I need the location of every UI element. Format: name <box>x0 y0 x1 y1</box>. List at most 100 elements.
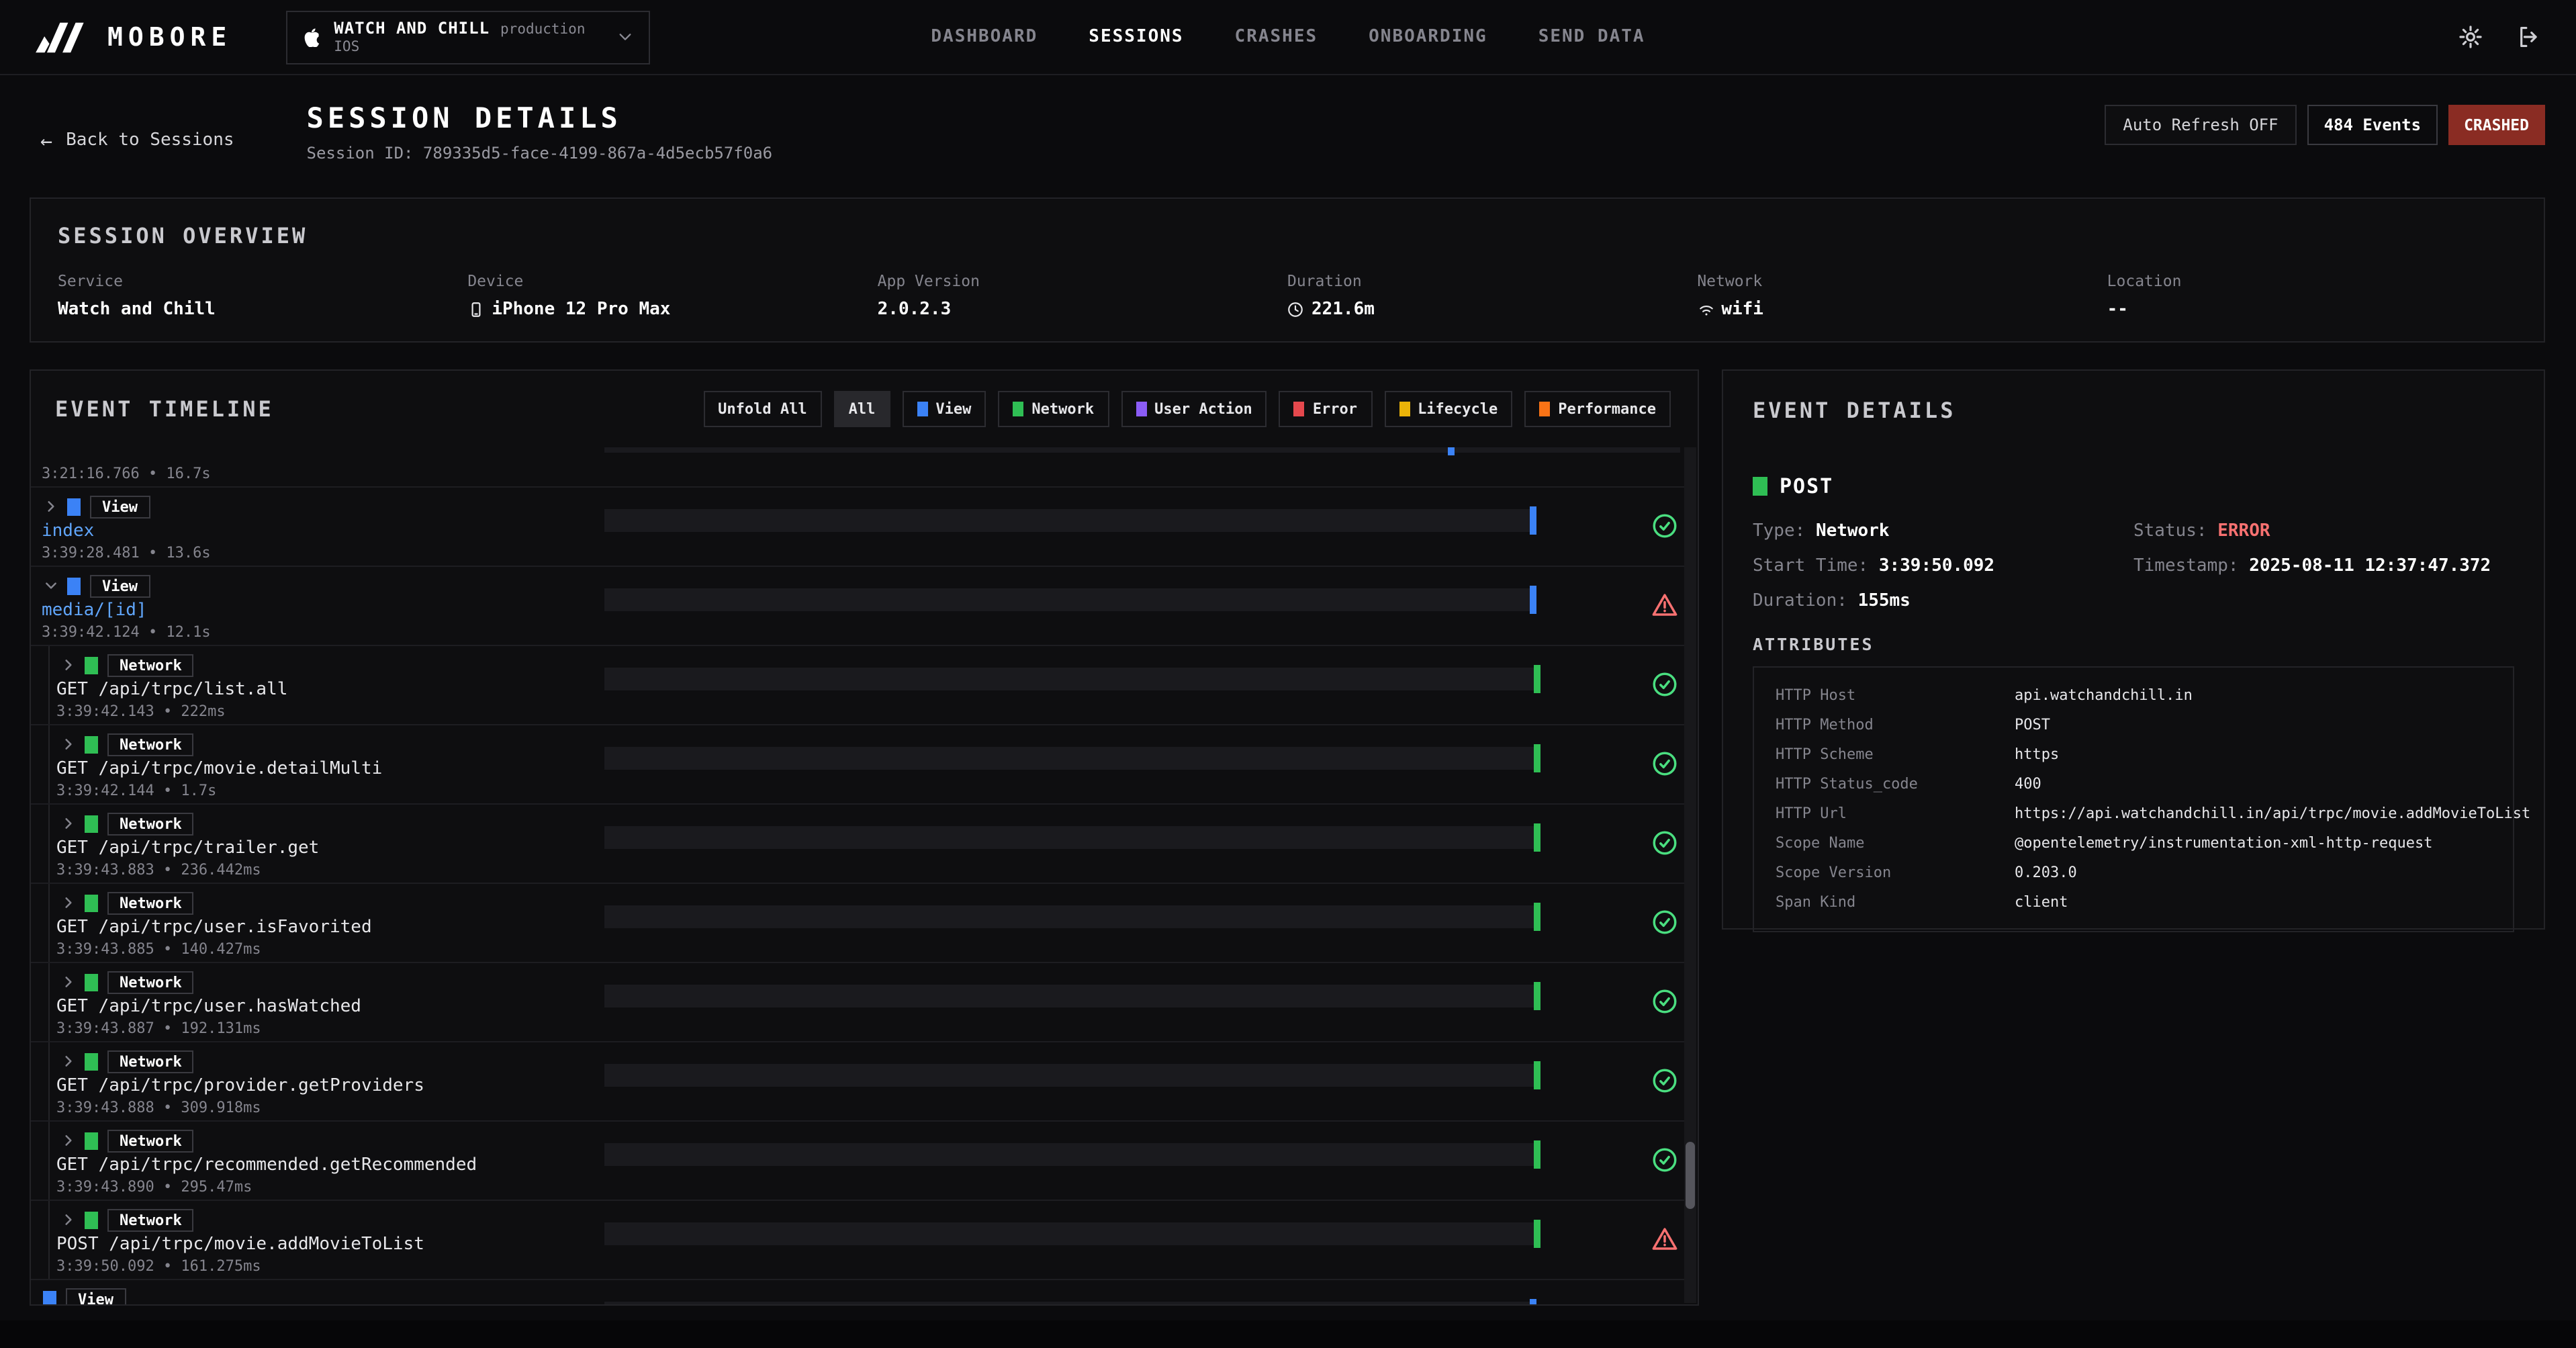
wifi-icon <box>1697 301 1714 318</box>
filter-label: Lifecycle <box>1418 400 1498 418</box>
timeline-scrollbar[interactable] <box>1684 447 1696 1303</box>
filter-chip-user-action[interactable]: User Action <box>1121 391 1267 427</box>
event-type-badge: View <box>90 495 150 518</box>
detail-label: Start Time: <box>1753 556 1879 576</box>
event-type-color-swatch <box>85 656 98 674</box>
event-row[interactable]: Network GET /api/trpc/user.hasWatched 3:… <box>31 963 1684 1042</box>
event-title: POST /api/trpc/movie.addMovieToList <box>56 1234 424 1255</box>
event-row[interactable]: Network GET /api/trpc/user.isFavorited 3… <box>31 884 1684 963</box>
expand-chevron-icon[interactable] <box>62 1213 75 1226</box>
overview-field-text: -- <box>2107 300 2128 320</box>
event-row[interactable]: Network GET /api/trpc/trailer.get 3:39:4… <box>31 805 1684 884</box>
event-status-icon <box>1651 908 1679 936</box>
event-row-head: View <box>43 1287 126 1304</box>
check-circle-icon <box>1651 987 1679 1016</box>
overview-field-text: Watch and Chill <box>58 300 216 320</box>
filter-chip-error[interactable]: Error <box>1279 391 1372 427</box>
expand-chevron-icon[interactable] <box>62 737 75 751</box>
app-platform: IOS <box>334 38 585 55</box>
brand[interactable]: MOBORE <box>35 19 232 54</box>
event-row[interactable]: View media/[id] 3:39:42.124 • 12.1s <box>31 567 1684 646</box>
event-timeline-marker <box>1448 447 1455 455</box>
event-row[interactable]: Network GET /api/trpc/movie.detailMulti … <box>31 725 1684 805</box>
settings-button[interactable] <box>2458 24 2483 50</box>
events-count-badge: 484 Events <box>2308 105 2438 145</box>
expand-chevron-icon[interactable] <box>62 1134 75 1147</box>
expand-chevron-icon[interactable] <box>44 500 58 513</box>
expand-chevron-icon[interactable] <box>44 579 58 592</box>
expand-chevron-icon[interactable] <box>62 817 75 830</box>
unfold-all-button[interactable]: Unfold All <box>703 391 821 427</box>
nav-item-crashes[interactable]: CRASHES <box>1235 27 1318 47</box>
event-type-color-swatch <box>85 894 98 911</box>
event-type-color-swatch <box>85 1211 98 1228</box>
filter-chip-performance[interactable]: Performance <box>1524 391 1671 427</box>
event-timeline-track <box>604 826 1540 849</box>
event-time: 3:21:16.766 • 16.7s <box>42 465 211 482</box>
brand-name: MOBORE <box>107 22 232 52</box>
event-row-head: View <box>44 494 150 519</box>
event-type-color-swatch <box>85 815 98 832</box>
event-timeline-track <box>604 985 1540 1007</box>
overview-field-label: Duration <box>1287 271 1697 290</box>
chevron-down-icon <box>617 30 632 44</box>
detail-field-start-time: Start Time: 3:39:50.092 <box>1753 556 2133 576</box>
attribute-key: Span Kind <box>1776 893 2015 912</box>
overview-field-device: Device iPhone 12 Pro Max <box>467 271 877 320</box>
event-row[interactable]: Network GET /api/trpc/provider.getProvid… <box>31 1042 1684 1122</box>
event-timeline-marker <box>1534 665 1540 693</box>
filter-chip-network[interactable]: Network <box>998 391 1109 427</box>
event-row[interactable]: View index 3:39:28.481 • 13.6s <box>31 488 1684 567</box>
app-selector[interactable]: WATCH AND CHILL production IOS <box>285 10 649 64</box>
expand-chevron-icon[interactable] <box>62 658 75 672</box>
event-type-color-swatch <box>67 577 81 594</box>
detail-field-type: Type: Network <box>1753 521 2133 541</box>
session-status-badge: CRASHED <box>2448 105 2545 145</box>
session-title-block: SESSION DETAILS Session ID: 789335d5-fac… <box>307 102 773 163</box>
attribute-key: HTTP Url <box>1776 805 2015 823</box>
event-row[interactable]: Network GET /api/trpc/recommended.getRec… <box>31 1122 1684 1201</box>
overview-field-text: 2.0.2.3 <box>878 300 952 320</box>
expand-chevron-icon[interactable] <box>62 896 75 909</box>
event-timeline-track <box>604 447 1680 453</box>
event-row[interactable]: Network POST /api/trpc/movie.addMovieToL… <box>31 1201 1684 1280</box>
attribute-key: Scope Name <box>1776 834 2015 853</box>
attribute-row-http-method: HTTP Method POST <box>1754 711 2513 740</box>
back-to-sessions-link[interactable]: ← Back to Sessions <box>40 118 234 163</box>
overview-field-network: Network wifi <box>1697 271 2107 320</box>
filter-color-swatch <box>1539 402 1550 416</box>
auto-refresh-button[interactable]: Auto Refresh OFF <box>2104 105 2297 145</box>
event-row-head: View <box>44 574 150 598</box>
chevron-right-icon <box>44 500 58 513</box>
nav-item-send-data[interactable]: SEND DATA <box>1538 27 1645 47</box>
event-status-icon <box>1651 829 1679 857</box>
filter-chip-lifecycle[interactable]: Lifecycle <box>1384 391 1512 427</box>
event-timeline-marker <box>1530 1299 1536 1304</box>
nav-item-dashboard[interactable]: DASHBOARD <box>931 27 1038 47</box>
event-row[interactable]: 3:21:16.766 • 16.7s <box>31 447 1684 488</box>
logout-button[interactable] <box>2516 24 2541 50</box>
check-circle-icon <box>1651 750 1679 778</box>
top-actions <box>2458 24 2541 50</box>
nav-item-sessions[interactable]: SESSIONS <box>1089 27 1183 47</box>
filter-label: Error <box>1313 400 1357 418</box>
event-type-color-swatch <box>85 1052 98 1070</box>
event-time: 3:39:28.481 • 13.6s <box>42 544 211 561</box>
event-details-panel: EVENT DETAILS POST Type: Network Status:… <box>1722 369 2545 930</box>
expand-chevron-icon[interactable] <box>62 1054 75 1068</box>
filter-chip-all[interactable]: All <box>834 391 890 427</box>
event-row-head: Network <box>62 653 194 677</box>
timeline-scrollbar-thumb[interactable] <box>1686 1142 1695 1209</box>
nav-item-onboarding[interactable]: ONBOARDING <box>1369 27 1487 47</box>
filter-chip-view[interactable]: View <box>902 391 986 427</box>
detail-field-timestamp: Timestamp: 2025-08-11 12:37:47.372 <box>2133 556 2514 576</box>
event-time: 3:39:50.092 • 161.275ms <box>56 1257 261 1275</box>
chevron-down-icon <box>44 579 58 592</box>
filter-label: Network <box>1031 400 1094 418</box>
event-row[interactable]: Network GET /api/trpc/list.all 3:39:42.1… <box>31 646 1684 725</box>
event-timeline-marker <box>1534 1061 1540 1089</box>
event-row[interactable]: View <box>31 1280 1684 1304</box>
event-time: 3:39:42.144 • 1.7s <box>56 782 216 799</box>
expand-chevron-icon[interactable] <box>62 975 75 989</box>
chevron-right-icon <box>62 1213 75 1226</box>
